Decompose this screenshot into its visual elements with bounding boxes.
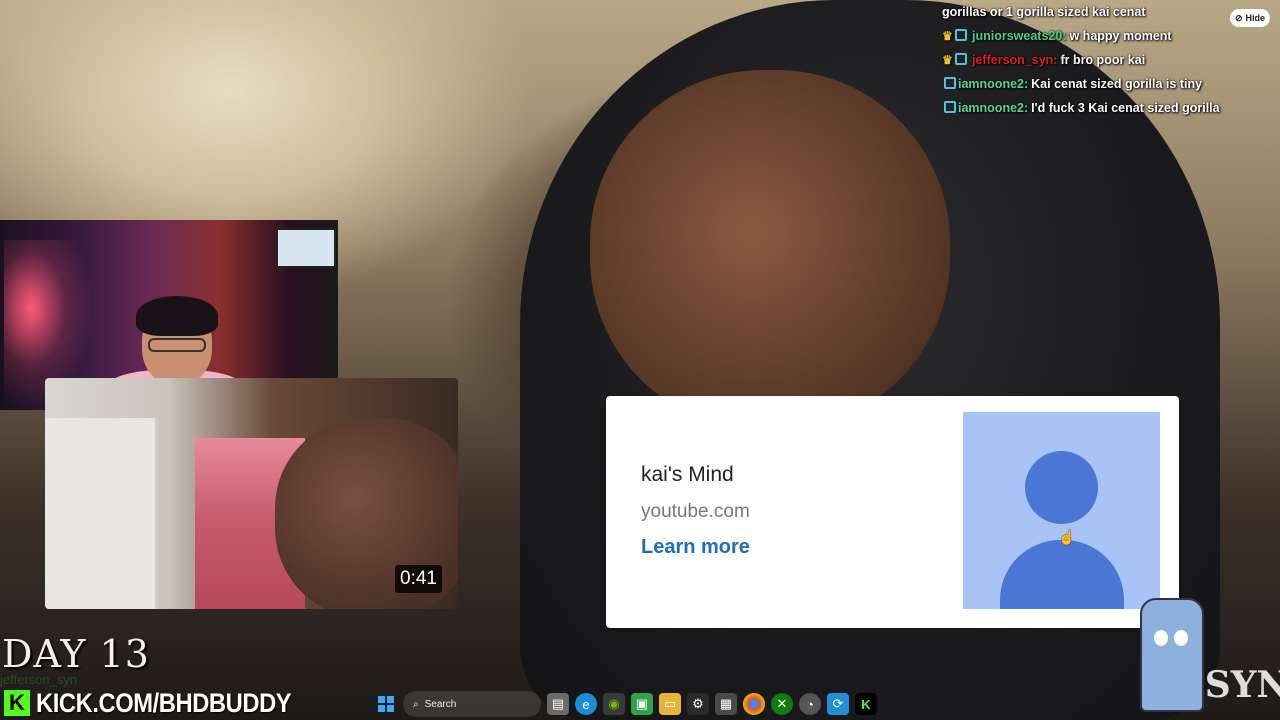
video-thumbnail[interactable]: 0:41 bbox=[45, 378, 458, 609]
chrome-icon[interactable] bbox=[743, 693, 765, 715]
badge-icon bbox=[944, 101, 956, 113]
chat-message: iamnoone2: I'd fuck 3 Kai cenat sized gor… bbox=[942, 96, 1272, 120]
file-explorer-icon[interactable]: ▤ bbox=[547, 693, 569, 715]
syn-logo: SYN bbox=[1204, 664, 1280, 706]
hand-cursor-icon: ☝ bbox=[1058, 529, 1076, 545]
towelie-eye bbox=[1174, 630, 1188, 646]
thumb-door bbox=[45, 418, 158, 609]
channel-avatar[interactable] bbox=[963, 412, 1160, 609]
chat-badges: ♛ bbox=[942, 24, 972, 48]
windows-icon[interactable] bbox=[375, 693, 397, 715]
card-site: youtube.com bbox=[641, 501, 750, 522]
eye-slash-icon: ⊘ bbox=[1234, 12, 1243, 23]
webcam-person-glasses bbox=[148, 338, 206, 352]
crown-icon: ♛ bbox=[942, 29, 953, 43]
chat-username: iamnoone2: bbox=[958, 101, 1029, 115]
crown-icon: ♛ bbox=[942, 53, 953, 67]
chat-username: juniorsweats20: bbox=[972, 29, 1067, 43]
chat-text: w happy moment bbox=[1069, 29, 1172, 43]
app-icon[interactable]: ▣ bbox=[631, 693, 653, 715]
chat-badges bbox=[942, 96, 958, 120]
chat-username: iamnoone2: bbox=[958, 77, 1029, 91]
edge-icon[interactable]: e bbox=[575, 693, 597, 715]
streamer-face bbox=[590, 70, 950, 430]
nvidia-icon[interactable]: ◉ bbox=[603, 693, 625, 715]
chat-badges: ♛ bbox=[942, 48, 972, 72]
app3-icon[interactable]: ⟳ bbox=[827, 693, 849, 715]
avatar-body bbox=[1000, 540, 1124, 609]
chat-message: ♛ jefferson_syn: fr bro poor kai bbox=[942, 48, 1272, 72]
chat-text: I'd fuck 3 Kai cenat sized gorilla bbox=[1031, 101, 1220, 115]
badge-icon bbox=[944, 77, 956, 89]
taskbar-search[interactable]: ⌕ Search bbox=[403, 691, 541, 717]
towelie-body bbox=[1140, 598, 1204, 712]
hide-button[interactable]: ⊘ Hide bbox=[1230, 9, 1270, 27]
channel-card[interactable]: kai's Mind youtube.com Learn more bbox=[606, 396, 1179, 628]
kick-banner: K KICK.COM/BHDBUDDY bbox=[4, 686, 326, 720]
badge-icon bbox=[954, 29, 967, 41]
steam-icon[interactable]: ⚙ bbox=[687, 693, 709, 715]
avatar-head bbox=[1025, 451, 1098, 524]
ghost-username: jefferson_syn bbox=[0, 672, 78, 687]
chat-message: ♛ juniorsweats20: w happy moment bbox=[942, 24, 1272, 48]
badge-icon bbox=[954, 53, 967, 65]
chat-badges bbox=[942, 72, 958, 96]
kick-logo-icon: K bbox=[4, 690, 30, 716]
chat-username: jefferson_syn: bbox=[972, 53, 1058, 67]
room-tv bbox=[276, 228, 336, 268]
search-icon: ⌕ bbox=[413, 698, 419, 710]
chat-text: fr bro poor kai bbox=[1060, 53, 1146, 67]
chat-text: Kai cenat sized gorilla is tiny bbox=[1031, 77, 1203, 91]
kick-url: KICK.COM/BHDBUDDY bbox=[36, 687, 292, 718]
app2-icon[interactable]: ◔ bbox=[799, 693, 821, 715]
video-duration: 0:41 bbox=[395, 565, 442, 593]
webcam-person-hair bbox=[136, 296, 218, 336]
xbox-icon[interactable]: ✕ bbox=[771, 693, 793, 715]
kick-icon[interactable]: K bbox=[855, 693, 877, 715]
hide-label: Hide bbox=[1245, 13, 1266, 23]
chat-line-partial: gorillas or 1 gorilla sized kai cenat bbox=[942, 5, 1146, 19]
search-label: Search bbox=[424, 698, 457, 710]
store-icon[interactable]: ▦ bbox=[715, 693, 737, 715]
chat-message: iamnoone2: Kai cenat sized gorilla is tin… bbox=[942, 72, 1272, 96]
taskbar: ⌕ Search ▤ e ◉ ▣ ▭ ⚙ ▦ ✕ ◔ ⟳ K bbox=[375, 689, 877, 719]
towelie-eye bbox=[1154, 630, 1168, 646]
chat-overlay: gorillas or 1 gorilla sized kai cenat ♛ j… bbox=[942, 0, 1272, 120]
card-title: kai's Mind bbox=[641, 463, 734, 486]
learn-more-link[interactable]: Learn more bbox=[641, 536, 750, 559]
folder-icon[interactable]: ▭ bbox=[659, 693, 681, 715]
day-counter: DAY 13 bbox=[2, 632, 150, 676]
